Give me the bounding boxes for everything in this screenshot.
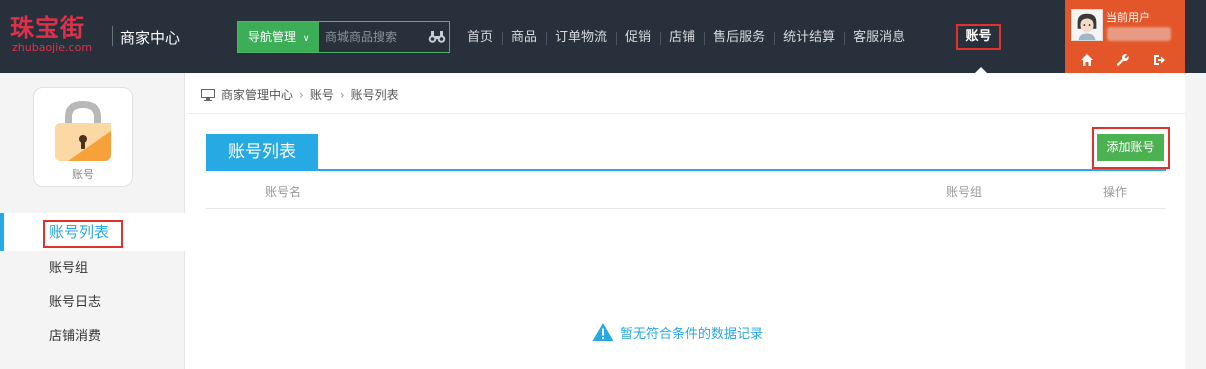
column-header-account-group: 账号组 bbox=[946, 185, 983, 199]
module-card: 账号 bbox=[33, 87, 133, 187]
breadcrumb-item[interactable]: 商家管理中心 bbox=[221, 86, 293, 103]
chevron-down-icon: ∨ bbox=[302, 34, 310, 44]
chevron-right-icon: › bbox=[299, 87, 304, 102]
column-header-actions: 操作 bbox=[1103, 185, 1128, 199]
avatar[interactable] bbox=[1071, 9, 1103, 41]
sidebar-item-account-log[interactable]: 账号日志 bbox=[0, 286, 185, 320]
breadcrumb: 商家管理中心 › 账号 › 账号列表 bbox=[201, 86, 399, 103]
sidebar: 账号 账号列表 账号组 账号日志 店铺消费 bbox=[0, 73, 185, 369]
nav-promotion[interactable]: 促销 bbox=[616, 28, 660, 48]
chevron-right-icon: › bbox=[339, 87, 345, 102]
add-account-button[interactable]: 添加账号 bbox=[1097, 134, 1164, 161]
nav-account[interactable]: 账号 bbox=[956, 24, 1001, 50]
nav-goods[interactable]: 商品 bbox=[502, 28, 546, 48]
empty-state-message: 暂无符合条件的数据记录 bbox=[620, 326, 764, 342]
logout-icon[interactable] bbox=[1152, 53, 1166, 67]
monitor-icon bbox=[201, 88, 215, 101]
nav-statistics[interactable]: 统计结算 bbox=[774, 28, 844, 48]
binoculars-search-icon[interactable] bbox=[428, 30, 446, 44]
current-user-label: 当前用户 bbox=[1106, 11, 1150, 24]
breadcrumb-item[interactable]: 账号 bbox=[310, 86, 334, 103]
sidebar-item-store-consumption[interactable]: 店铺消费 bbox=[0, 320, 185, 354]
breadcrumb-item: 账号列表 bbox=[350, 88, 399, 102]
logo-text-cn: 珠宝街 bbox=[10, 13, 85, 42]
nav-messages[interactable]: 客服消息 bbox=[844, 28, 914, 48]
user-panel: 当前用户 bbox=[1065, 0, 1185, 73]
top-nav: 首页 商品 订单物流 促销 店铺 售后服务 统计结算 客服消息 bbox=[458, 27, 914, 49]
top-bar: 珠宝街 zhubaojie.com 商家中心 导航管理 ∨ 首页 商品 订单物流… bbox=[0, 0, 1206, 73]
nav-store[interactable]: 店铺 bbox=[660, 28, 704, 48]
warning-icon bbox=[592, 323, 614, 341]
column-header-account-name: 账号名 bbox=[265, 185, 302, 199]
module-label: 账号 bbox=[72, 168, 94, 181]
nav-aftersale[interactable]: 售后服务 bbox=[704, 28, 774, 48]
wrench-icon[interactable] bbox=[1116, 53, 1130, 67]
nav-manage-label: 导航管理 bbox=[248, 30, 297, 44]
search-input[interactable] bbox=[319, 22, 423, 52]
logo[interactable]: 珠宝街 zhubaojie.com bbox=[10, 8, 100, 58]
highlight-box bbox=[43, 220, 123, 248]
nav-orders[interactable]: 订单物流 bbox=[546, 28, 616, 48]
tab-account-list[interactable]: 账号列表 bbox=[206, 134, 318, 171]
lock-icon bbox=[55, 101, 111, 161]
table-header: 账号名 账号组 操作 bbox=[206, 177, 1166, 209]
empty-state: 暂无符合条件的数据记录 bbox=[592, 322, 763, 342]
right-gutter bbox=[1185, 73, 1206, 369]
sidebar-item-account-group[interactable]: 账号组 bbox=[0, 252, 185, 286]
divider bbox=[186, 113, 1185, 114]
nav-manage-dropdown[interactable]: 导航管理 ∨ bbox=[238, 22, 319, 52]
logo-text-en: zhubaojie.com bbox=[12, 41, 93, 54]
nav-home[interactable]: 首页 bbox=[458, 28, 502, 48]
main-content: 商家管理中心 › 账号 › 账号列表 账号列表 添加账号 账号名 账号组 操作 … bbox=[186, 73, 1185, 369]
nav-search-bar: 导航管理 ∨ bbox=[237, 21, 450, 53]
username-redacted bbox=[1107, 27, 1171, 41]
logo-divider bbox=[112, 26, 113, 46]
seller-center-title: 商家中心 bbox=[120, 29, 181, 47]
tab-underline bbox=[206, 169, 1166, 171]
home-icon[interactable] bbox=[1080, 53, 1094, 67]
